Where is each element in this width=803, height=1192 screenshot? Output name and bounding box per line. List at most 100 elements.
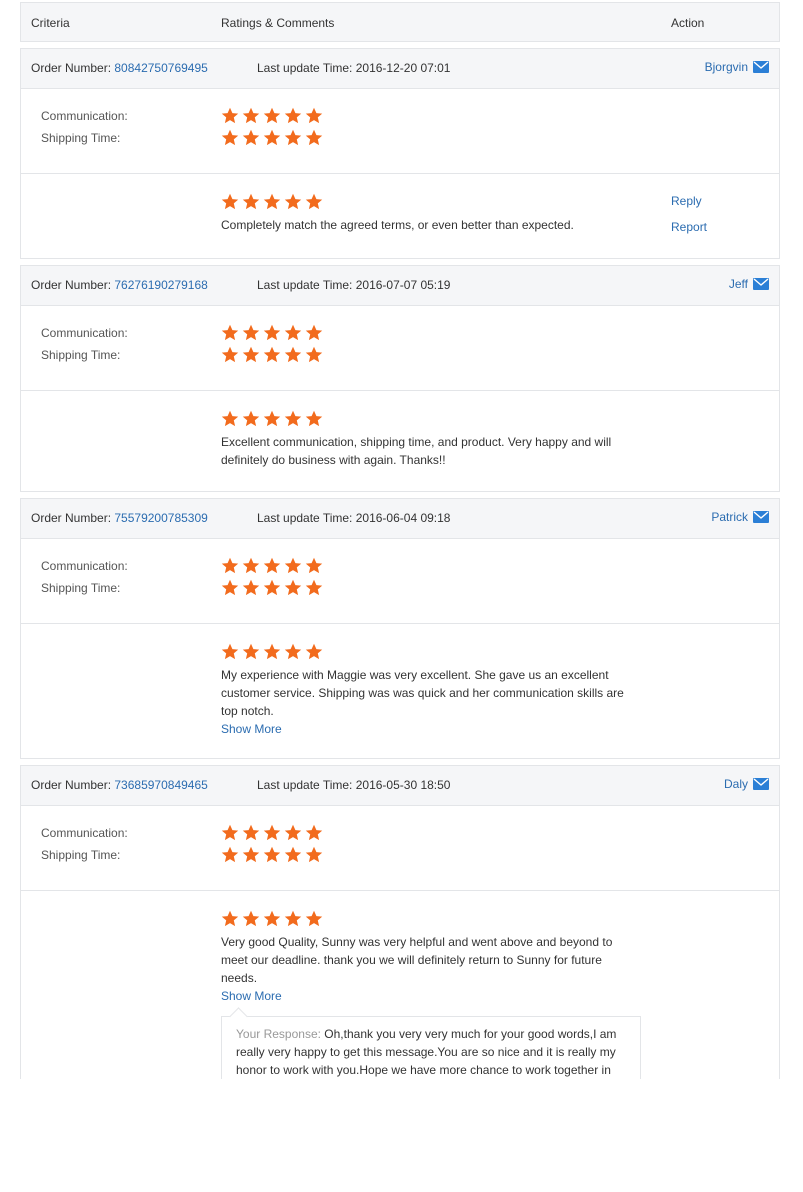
buyer-name[interactable]: Patrick — [711, 510, 748, 524]
order-number-link[interactable]: 73685970849465 — [114, 778, 207, 792]
mail-icon[interactable] — [753, 61, 769, 73]
star-icon — [263, 910, 281, 927]
feedback-entry: Order Number: 75579200785309 Last update… — [20, 498, 780, 759]
mail-icon[interactable] — [753, 511, 769, 523]
order-number-link[interactable]: 76276190279168 — [114, 278, 207, 292]
buyer-contact[interactable]: Patrick — [711, 510, 769, 524]
comment-stars — [221, 643, 323, 660]
star-icon — [221, 129, 239, 146]
communication-stars — [221, 824, 323, 841]
last-update-label: Last update Time: — [257, 61, 353, 75]
buyer-contact[interactable]: Daly — [724, 777, 769, 791]
shipping-stars — [221, 129, 323, 146]
star-icon — [242, 579, 260, 596]
buyer-name[interactable]: Bjorgvin — [705, 60, 748, 74]
communication-label: Communication: — [41, 326, 128, 340]
order-header: Order Number: 76276190279168 Last update… — [21, 266, 779, 306]
star-icon — [263, 324, 281, 341]
star-icon — [242, 846, 260, 863]
detailed-ratings: Communication: Shipping Time: — [21, 306, 779, 391]
last-update-value: 2016-07-07 05:19 — [355, 278, 451, 292]
star-icon — [305, 557, 323, 574]
star-icon — [263, 410, 281, 427]
star-icon — [284, 910, 302, 927]
star-icon — [263, 846, 281, 863]
shipping-stars — [221, 579, 323, 596]
comment-stars — [221, 410, 323, 427]
communication-label: Communication: — [41, 826, 128, 840]
reply-link[interactable]: Reply — [671, 194, 707, 208]
last-update-value: 2016-05-30 18:50 — [355, 778, 451, 792]
order-header: Order Number: 75579200785309 Last update… — [21, 499, 779, 539]
star-icon — [284, 346, 302, 363]
star-icon — [242, 129, 260, 146]
shipping-stars — [221, 346, 323, 363]
star-icon — [263, 193, 281, 210]
star-icon — [221, 557, 239, 574]
star-icon — [263, 824, 281, 841]
shipping-label: Shipping Time: — [41, 131, 121, 145]
star-icon — [221, 324, 239, 341]
detailed-ratings: Communication: Shipping Time: — [21, 806, 779, 891]
communication-stars — [221, 324, 323, 341]
last-update: Last update Time: 2016-05-30 18:50 — [257, 778, 450, 792]
star-icon — [221, 910, 239, 927]
last-update-label: Last update Time: — [257, 778, 353, 792]
feedback-entry: Order Number: 76276190279168 Last update… — [20, 265, 780, 492]
order-number-label: Order Number: — [31, 278, 112, 292]
communication-stars — [221, 107, 323, 124]
response-label: Your Response: — [236, 1027, 321, 1041]
star-icon — [242, 410, 260, 427]
column-action: Action — [671, 16, 705, 30]
star-icon — [305, 324, 323, 341]
comment-text: My experience with Maggie was very excel… — [221, 666, 641, 738]
star-icon — [284, 824, 302, 841]
show-more-link[interactable]: Show More — [221, 720, 641, 738]
report-link[interactable]: Report — [671, 220, 707, 234]
order-number-link[interactable]: 80842750769495 — [114, 61, 207, 75]
star-icon — [284, 193, 302, 210]
column-ratings-comments: Ratings & Comments — [221, 16, 335, 30]
communication-label: Communication: — [41, 109, 128, 123]
column-criteria: Criteria — [31, 16, 70, 30]
buyer-name[interactable]: Daly — [724, 777, 748, 791]
star-icon — [305, 346, 323, 363]
star-icon — [242, 107, 260, 124]
star-icon — [305, 129, 323, 146]
mail-icon[interactable] — [753, 278, 769, 290]
order-number-label: Order Number: — [31, 778, 112, 792]
order-number: Order Number: 73685970849465 — [31, 778, 208, 792]
star-icon — [242, 193, 260, 210]
buyer-contact[interactable]: Jeff — [729, 277, 769, 291]
order-header: Order Number: 80842750769495 Last update… — [21, 49, 779, 89]
feedback-entry: Order Number: 80842750769495 Last update… — [20, 48, 780, 259]
buyer-contact[interactable]: Bjorgvin — [705, 60, 769, 74]
mail-icon[interactable] — [753, 778, 769, 790]
table-header: Criteria Ratings & Comments Action — [20, 2, 780, 42]
shipping-label: Shipping Time: — [41, 348, 121, 362]
actions: Reply Report — [671, 194, 707, 246]
show-more-link[interactable]: Show More — [221, 987, 641, 1005]
comment-text: Excellent communication, shipping time, … — [221, 435, 612, 467]
last-update-value: 2016-12-20 07:01 — [355, 61, 451, 75]
star-icon — [242, 910, 260, 927]
order-number-label: Order Number: — [31, 511, 112, 525]
buyer-name[interactable]: Jeff — [729, 277, 748, 291]
star-icon — [221, 410, 239, 427]
star-icon — [284, 579, 302, 596]
shipping-stars — [221, 846, 323, 863]
star-icon — [221, 846, 239, 863]
last-update: Last update Time: 2016-12-20 07:01 — [257, 61, 450, 75]
star-icon — [242, 557, 260, 574]
last-update: Last update Time: 2016-07-07 05:19 — [257, 278, 450, 292]
comment-section: Very good Quality, Sunny was very helpfu… — [21, 891, 779, 1079]
comment-stars — [221, 193, 323, 210]
order-number-link[interactable]: 75579200785309 — [114, 511, 207, 525]
detailed-ratings: Communication: Shipping Time: — [21, 539, 779, 624]
star-icon — [242, 824, 260, 841]
shipping-label: Shipping Time: — [41, 581, 121, 595]
comment-text: Completely match the agreed terms, or ev… — [221, 218, 574, 232]
star-icon — [242, 346, 260, 363]
star-icon — [263, 346, 281, 363]
last-update-label: Last update Time: — [257, 278, 353, 292]
